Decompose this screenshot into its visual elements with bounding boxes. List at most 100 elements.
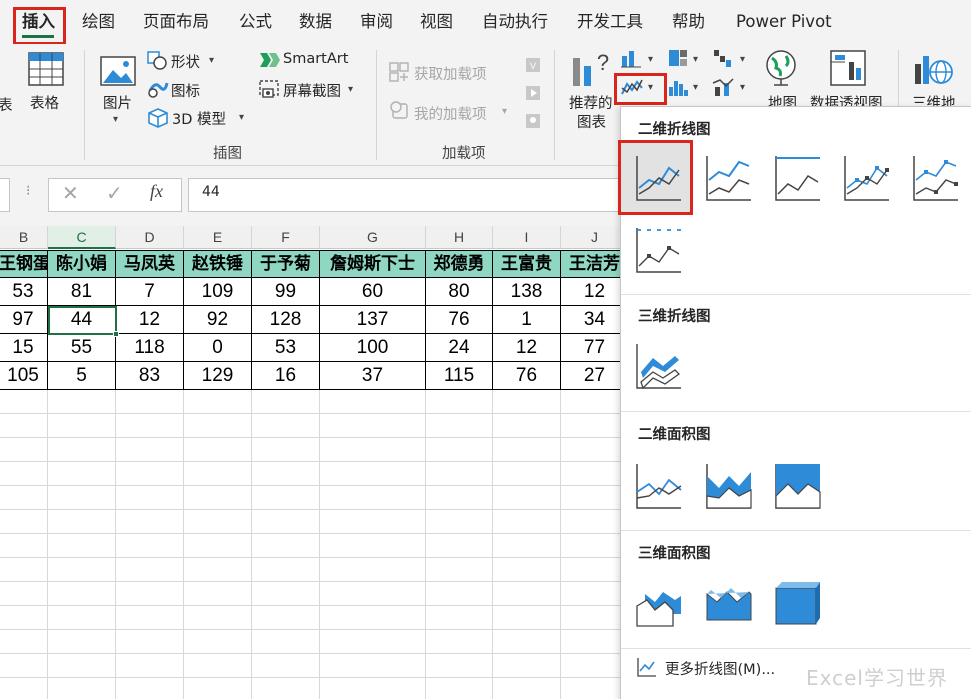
table-cell[interactable]: 7 [116,278,184,306]
table-cell[interactable]: 109 [184,278,252,306]
table-cell[interactable]: 53 [252,334,320,362]
column-header-b[interactable]: B [0,226,48,249]
formula-input[interactable] [188,178,628,212]
chart-type-3d-100-stacked-area[interactable] [766,572,828,634]
chevron-down-icon[interactable]: ▾ [740,82,745,93]
chevron-down-icon[interactable]: ▾ [348,84,353,95]
chart-type-3d-line[interactable] [627,334,689,396]
table-cell[interactable]: 100 [320,334,426,362]
recommended-charts-icon[interactable]: ? [571,48,613,92]
table-cell[interactable]: 138 [493,278,561,306]
chart-type-3d-area[interactable] [627,572,689,634]
smartart-icon[interactable] [259,51,281,73]
my-addins-label[interactable]: 我的加载项 [414,103,487,124]
statistic-chart-icon[interactable] [667,77,689,101]
table-cell[interactable]: 12 [493,334,561,362]
cube-3d-icon[interactable] [147,107,169,133]
header-cell[interactable]: 王洁芳 [561,250,620,278]
table-cell[interactable]: 60 [320,278,426,306]
chart-type-100-stacked-line-with-markers[interactable] [627,218,689,280]
table-cell[interactable]: 15 [0,334,48,362]
table-cell[interactable]: 16 [252,362,320,390]
pivot-chart-icon[interactable] [830,50,866,90]
shapes-label[interactable]: 形状 [171,51,200,72]
tab-developer[interactable]: 开发工具 [577,0,643,44]
tab-help[interactable]: 帮助 [672,0,705,44]
chevron-down-icon[interactable]: ▾ [740,54,745,65]
people-graph-icon[interactable] [524,112,542,134]
table-cell[interactable]: 55 [48,334,116,362]
header-cell[interactable]: 马凤英 [116,250,184,278]
table-cell[interactable]: 12 [116,306,184,334]
bing-maps-icon[interactable] [524,84,542,106]
pictures-icon[interactable] [100,56,136,90]
more-charts-icon[interactable] [637,657,657,681]
my-addins-icon[interactable] [389,100,409,124]
header-cell[interactable]: 于予菊 [252,250,320,278]
header-cell[interactable]: 王富贵 [493,250,561,278]
column-header-f[interactable]: F [252,226,320,249]
table-cell[interactable]: 83 [116,362,184,390]
column-header-i[interactable]: I [493,226,561,249]
chevron-down-icon[interactable]: ▾ [113,114,118,125]
smartart-label[interactable]: SmartArt [283,51,348,67]
recommended-charts-label-1[interactable]: 推荐的 [569,92,613,113]
table-cell[interactable]: 105 [0,362,48,390]
chart-type-stacked-line-with-markers[interactable] [904,146,966,208]
table-cell[interactable]: 0 [184,334,252,362]
table-button-label[interactable]: 表格 [30,92,59,113]
chevron-down-icon[interactable]: ▾ [693,54,698,65]
table-cell[interactable]: 53 [0,278,48,306]
insert-function-icon[interactable]: fx [150,181,163,202]
table-cell[interactable]: 118 [116,334,184,362]
table-cell[interactable]: 115 [426,362,493,390]
table-cell[interactable]: 27 [561,362,620,390]
combo-chart-icon[interactable] [712,77,734,101]
table-icon[interactable] [28,52,64,90]
chevron-down-icon[interactable]: ▾ [502,106,507,117]
visio-icon[interactable]: V [524,56,542,78]
worksheet-grid[interactable]: B C D E F G H I J 王钢蛋 陈小娟 马凤英 赵铁锤 于予菊 詹姆… [0,226,620,699]
tab-page-layout[interactable]: 页面布局 [143,0,209,44]
chevron-down-icon[interactable]: ▾ [209,55,214,66]
column-chart-icon[interactable] [620,48,642,72]
tab-draw[interactable]: 绘图 [82,0,115,44]
map-chart-icon[interactable] [764,50,798,90]
header-cell[interactable]: 詹姆斯下士 [320,250,426,278]
column-header-d[interactable]: D [116,226,184,249]
3d-model-label[interactable]: 3D 模型 [172,108,226,129]
screenshot-icon[interactable] [259,79,281,103]
icons-icon[interactable] [147,79,169,103]
fill-handle[interactable] [113,331,119,337]
table-cell[interactable]: 12 [561,278,620,306]
get-addins-icon[interactable] [389,62,409,86]
chevron-down-icon[interactable]: ▾ [693,82,698,93]
recommended-charts-label-2[interactable]: 图表 [577,111,606,132]
drag-handle-icon[interactable]: ⁝ [26,183,30,199]
column-header-j[interactable]: J [561,226,620,249]
column-header-e[interactable]: E [184,226,252,249]
header-cell[interactable]: 陈小娟 [48,250,116,278]
icons-label[interactable]: 图标 [171,80,200,101]
3d-map-icon[interactable] [913,50,953,90]
table-cell[interactable]: 5 [48,362,116,390]
column-header-c[interactable]: C [48,226,116,249]
enter-check-icon[interactable]: ✓ [106,181,123,205]
tab-formulas[interactable]: 公式 [239,0,272,44]
table-cell[interactable]: 77 [561,334,620,362]
table-cell[interactable]: 80 [426,278,493,306]
header-cell[interactable]: 赵铁锤 [184,250,252,278]
name-box[interactable] [0,178,10,212]
pictures-label[interactable]: 图片 [103,92,132,113]
chevron-down-icon[interactable]: ▾ [239,112,244,123]
table-cell[interactable]: 81 [48,278,116,306]
table-cell[interactable]: 24 [426,334,493,362]
chart-type-line-with-markers[interactable] [835,146,897,208]
table-cell[interactable]: 129 [184,362,252,390]
tab-power-pivot[interactable]: Power Pivot [736,0,832,44]
chart-type-3d-stacked-area[interactable] [697,572,759,634]
waterfall-chart-icon[interactable] [712,48,734,72]
pivot-table-label-partial[interactable]: 表 [0,94,13,115]
chart-type-stacked-line[interactable] [697,146,759,208]
table-cell[interactable]: 97 [0,306,48,334]
